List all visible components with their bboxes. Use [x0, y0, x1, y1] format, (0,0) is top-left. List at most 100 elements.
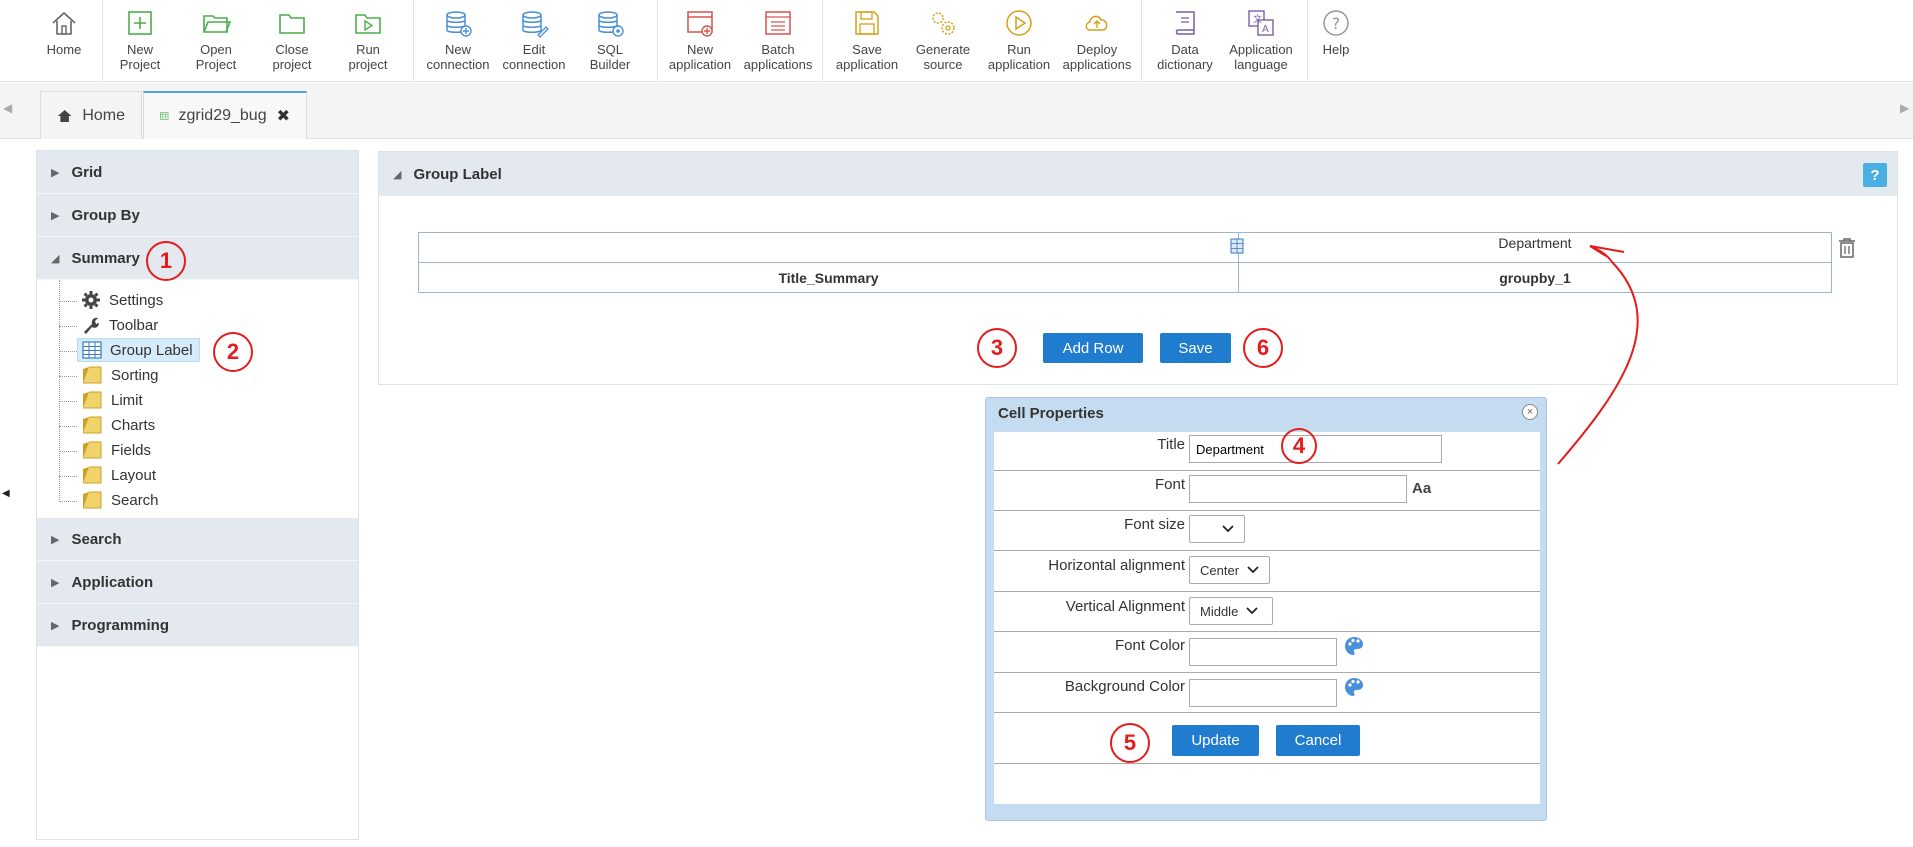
toolbar-run-project-button[interactable]: Run project [331, 4, 405, 72]
title-label: Title [1157, 436, 1185, 453]
grid-cell-department[interactable]: Department [1238, 232, 1832, 263]
dialog-title: Cell Properties [998, 405, 1104, 422]
deploy-applications-icon [1085, 15, 1108, 31]
toolbar-batch-applications-button[interactable]: Batch applications [741, 4, 815, 72]
merge-cell-icon[interactable] [1230, 238, 1244, 254]
sidebar: ▶ Grid ▶ Group By ◢ Summary Settings Toolba… [36, 150, 359, 840]
horizontal-alignment-select[interactable]: Center [1189, 556, 1270, 584]
sidebar-section-programming[interactable]: ▶ Programming [37, 604, 358, 647]
font-picker-icon[interactable]: Aa [1412, 480, 1431, 497]
annotation-number: 5 [1110, 723, 1150, 763]
tab-home-label: Home [82, 106, 125, 124]
vertical-alignment-select[interactable]: Middle [1189, 597, 1273, 625]
svg-text:?: ? [1332, 14, 1341, 33]
toolbar-open-project-button[interactable]: Open Project [179, 4, 253, 72]
annotation-number: 4 [1281, 428, 1317, 464]
sidebar-section-group-by[interactable]: ▶ Group By [37, 194, 358, 237]
annotation-arrow [1557, 245, 1639, 465]
tree-item-limit[interactable]: Limit [81, 388, 143, 412]
sidebar-section-application[interactable]: ▶ Application [37, 561, 358, 604]
sql-builder-icon [598, 11, 624, 37]
toolbar-new-connection-button[interactable]: New connection [421, 4, 495, 72]
font-color-input[interactable] [1189, 638, 1337, 666]
annotation-number: 1 [146, 241, 186, 281]
expand-icon: ▶ [51, 533, 60, 546]
grid-cell-groupby[interactable]: groupby_1 [1238, 262, 1832, 293]
tree-item-group-label[interactable]: Group Label [77, 338, 200, 362]
tab-zgrid29-bug[interactable]: zgrid29_bug ✖ [143, 91, 307, 139]
color-palette-icon[interactable] [1344, 677, 1364, 697]
font-size-select[interactable] [1189, 515, 1245, 543]
toolbar-save-application-button[interactable]: Save application [830, 4, 904, 72]
trash-icon[interactable] [1837, 237, 1857, 259]
collapse-sidebar-icon[interactable]: ◀ [2, 488, 10, 499]
expand-icon: ▶ [51, 576, 60, 589]
panel-header: ◢ Group Label [379, 152, 1897, 196]
toolbar-new-project-button[interactable]: New Project [103, 4, 177, 72]
tree-item-layout[interactable]: Layout [81, 463, 156, 487]
group-label-panel: ◢ Group Label ? Department Title_Summary… [378, 151, 1898, 385]
new-connection-icon [446, 11, 472, 37]
folder-icon [83, 391, 102, 409]
horizontal-alignment-value: Center [1200, 562, 1240, 578]
tab-home[interactable]: Home [40, 91, 142, 139]
save-application-icon [855, 11, 879, 35]
dialog-body: Title Font Aa Font size Horizontal align… [994, 432, 1540, 804]
table-icon [82, 341, 102, 359]
font-input[interactable] [1189, 475, 1407, 503]
toolbar-edit-connection-button[interactable]: Edit connection [497, 4, 571, 72]
annotation-number: 3 [977, 328, 1017, 368]
add-row-button[interactable]: Add Row [1043, 333, 1143, 363]
tree-item-charts[interactable]: Charts [81, 413, 155, 437]
new-project-icon [128, 11, 152, 35]
toolbar-close-project-button[interactable]: Close project [255, 4, 329, 72]
dialog-buttons-row: Update Cancel [994, 713, 1540, 764]
toolbar-home-button[interactable]: Home [27, 4, 101, 57]
horizontal-alignment-row: Horizontal alignment Center [994, 551, 1540, 592]
background-color-input[interactable] [1189, 679, 1337, 707]
sidebar-section-grid[interactable]: ▶ Grid [37, 151, 358, 194]
tab-bar: ◀ Home zgrid29_bug ✖ ▶ [0, 83, 1913, 139]
help-icon: ? [1323, 10, 1349, 36]
sidebar-section-summary[interactable]: ◢ Summary [37, 237, 358, 280]
color-palette-icon[interactable] [1344, 636, 1364, 656]
cancel-button[interactable]: Cancel [1276, 725, 1360, 756]
scroll-right-icon[interactable]: ▶ [1900, 101, 1909, 115]
horizontal-alignment-label: Horizontal alignment [1048, 557, 1185, 574]
svg-text:文: 文 [1253, 13, 1262, 25]
svg-text:A: A [1262, 24, 1269, 35]
toolbar-sql-builder-button[interactable]: SQL Builder [573, 4, 647, 72]
toolbar-generate-source-button[interactable]: Generate source [906, 4, 980, 72]
tree-item-settings[interactable]: Settings [81, 288, 163, 312]
toolbar-run-application-button[interactable]: Run application [982, 4, 1056, 72]
collapse-icon: ◢ [51, 252, 60, 265]
font-color-label: Font Color [1114, 637, 1185, 654]
toolbar-data-dictionary-button[interactable]: Data dictionary [1148, 4, 1222, 72]
toolbar-application-language-button[interactable]: 文A Application language [1224, 4, 1298, 72]
close-project-icon [279, 14, 305, 34]
help-button[interactable]: ? [1863, 163, 1887, 187]
open-project-icon [203, 15, 231, 33]
toolbar-help-button[interactable]: ? Help [1299, 4, 1373, 57]
toolbar-new-application-button[interactable]: New application [663, 4, 737, 72]
folder-icon [83, 366, 102, 384]
scroll-left-icon[interactable]: ◀ [3, 101, 12, 115]
close-icon[interactable]: × [1522, 404, 1538, 420]
collapse-icon[interactable]: ◢ [393, 168, 401, 181]
vertical-alignment-row: Vertical Alignment Middle [994, 592, 1540, 632]
home-icon [57, 109, 72, 122]
grid-cell-empty[interactable] [418, 232, 1239, 263]
annotation-number: 2 [213, 332, 253, 372]
tree-item-sorting[interactable]: Sorting [81, 363, 159, 387]
tree-item-toolbar[interactable]: Toolbar [81, 313, 158, 337]
close-tab-icon[interactable]: ✖ [277, 106, 290, 126]
sidebar-section-search[interactable]: ▶ Search [37, 518, 358, 561]
tree-item-search[interactable]: Search [81, 488, 159, 512]
grid-cell-title-summary[interactable]: Title_Summary [418, 262, 1239, 293]
tree-item-fields[interactable]: Fields [81, 438, 151, 462]
toolbar-deploy-applications-button[interactable]: Deploy applications [1060, 4, 1134, 72]
update-button[interactable]: Update [1172, 725, 1259, 756]
save-button[interactable]: Save [1160, 333, 1231, 363]
cell-properties-dialog: Cell Properties × Title Font Aa Font siz… [985, 397, 1547, 821]
vertical-alignment-value: Middle [1200, 603, 1239, 619]
